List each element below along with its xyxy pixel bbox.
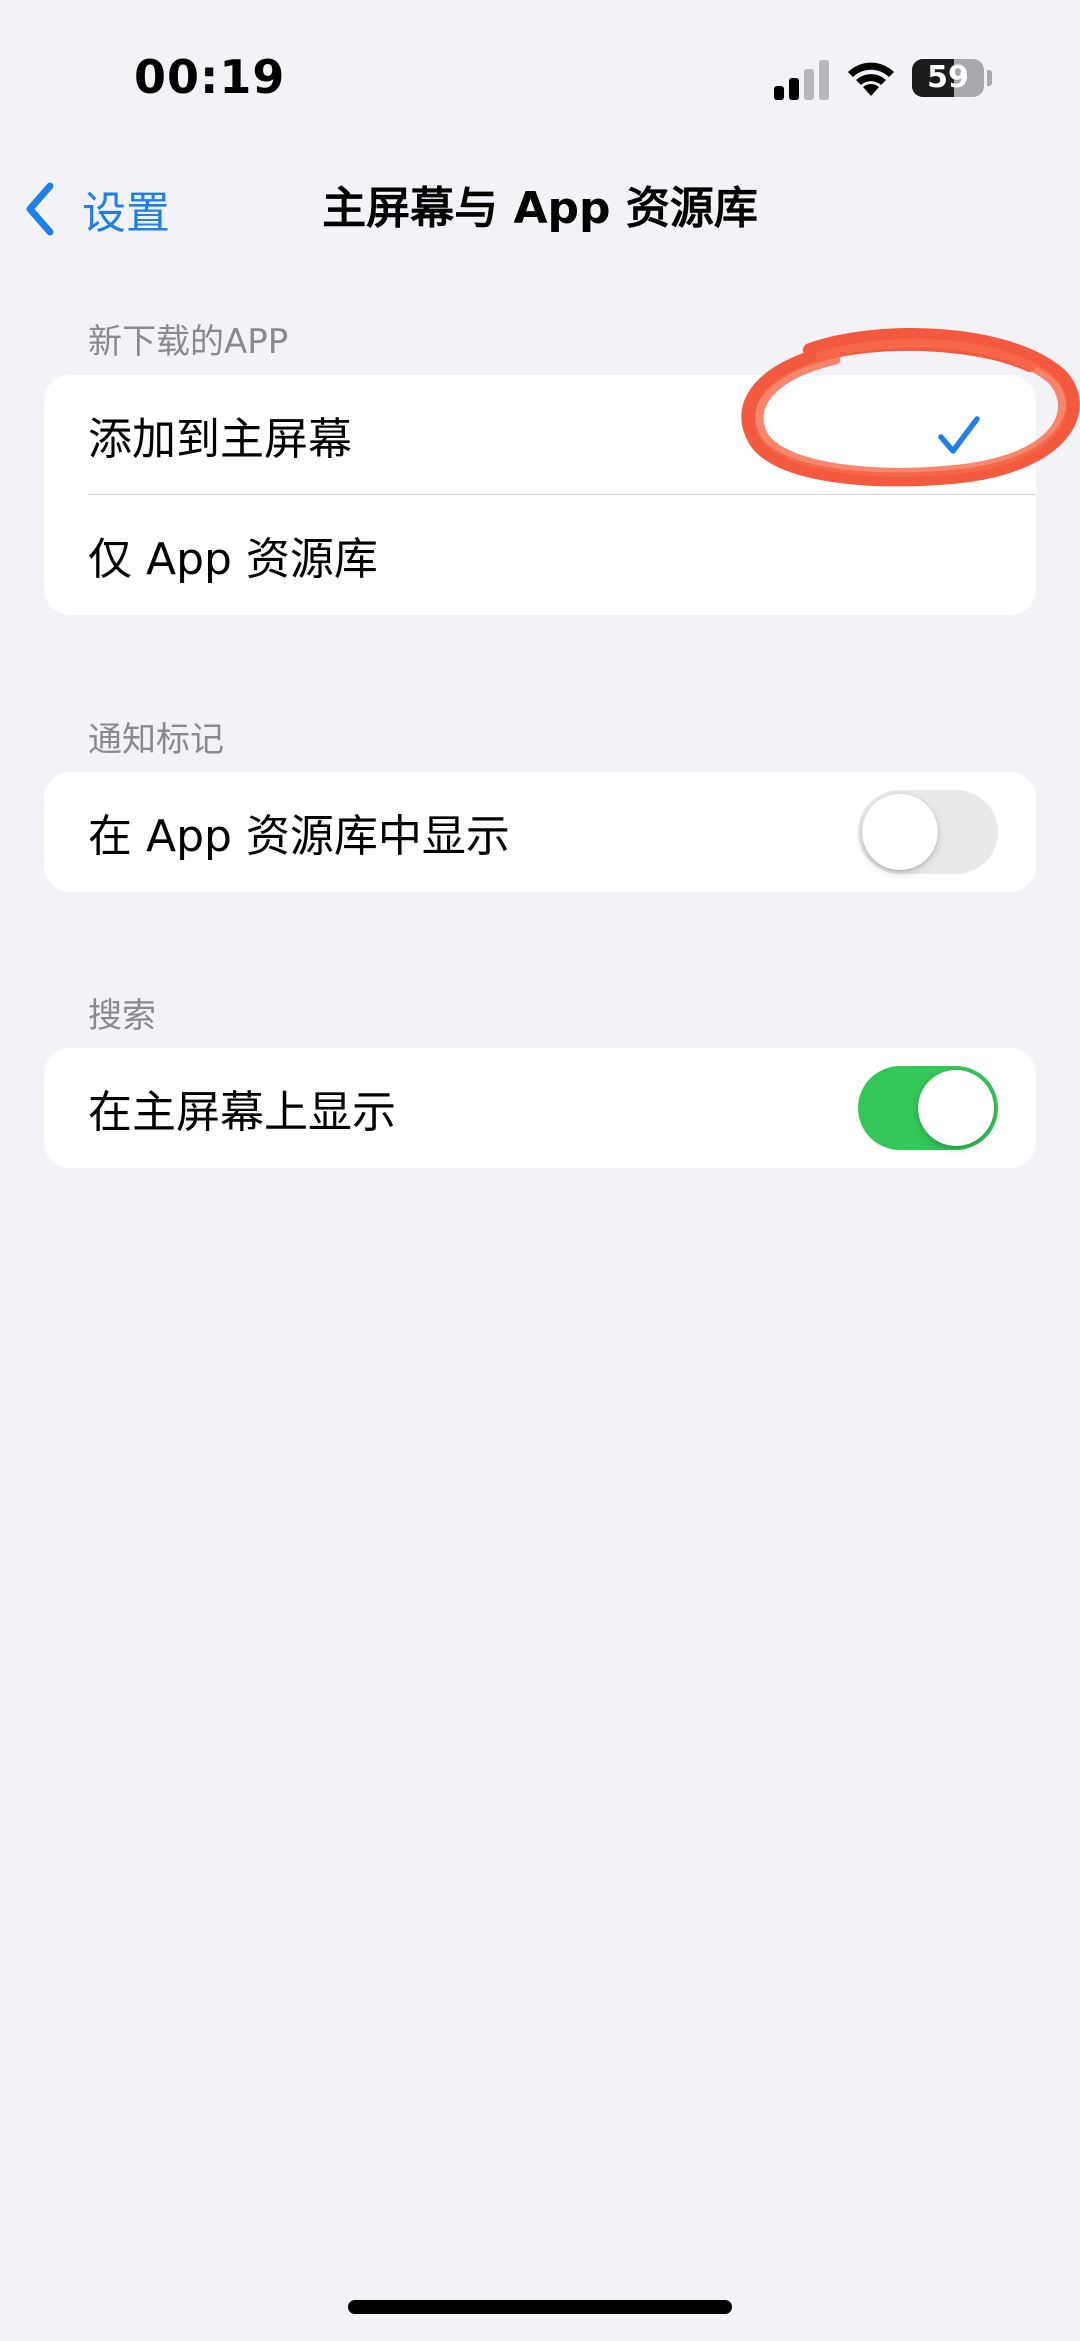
checkmark-icon [938, 416, 980, 454]
notification-badges-group: 在 App 资源库中显示 [44, 772, 1036, 892]
status-time: 00:19 [134, 50, 286, 104]
wifi-icon [848, 62, 894, 96]
cellular-signal-icon [774, 58, 830, 100]
chevron-left-icon [26, 182, 54, 236]
row-label: 添加到主屏幕 [88, 414, 352, 465]
row-show-on-home-screen: 在主屏幕上显示 [44, 1048, 1036, 1168]
toggle-knob [862, 794, 938, 870]
new-downloads-group: 添加到主屏幕 仅 App 资源库 [44, 375, 1036, 615]
battery-percent: 59 [927, 60, 969, 95]
section-header-new-downloads: 新下载的APP [88, 322, 289, 362]
option-add-to-home-screen[interactable]: 添加到主屏幕 [44, 375, 1036, 495]
show-in-app-library-toggle[interactable] [858, 790, 998, 874]
home-indicator[interactable] [348, 2300, 732, 2314]
row-label: 在 App 资源库中显示 [88, 811, 510, 862]
section-header-notification-badges: 通知标记 [88, 720, 224, 760]
section-header-search: 搜索 [88, 996, 156, 1036]
row-label: 在主屏幕上显示 [88, 1087, 396, 1138]
show-on-home-screen-toggle[interactable] [858, 1066, 998, 1150]
toggle-knob [918, 1070, 994, 1146]
option-app-library-only[interactable]: 仅 App 资源库 [44, 495, 1036, 615]
status-bar: 00:19 59 [0, 0, 1080, 160]
back-button-label: 设置 [82, 188, 170, 239]
battery-icon: 59 [912, 59, 984, 97]
row-show-in-app-library: 在 App 资源库中显示 [44, 772, 1036, 892]
row-label: 仅 App 资源库 [88, 534, 378, 585]
back-button[interactable]: 设置 [22, 178, 170, 240]
search-group: 在主屏幕上显示 [44, 1048, 1036, 1168]
battery-cap [987, 70, 992, 86]
